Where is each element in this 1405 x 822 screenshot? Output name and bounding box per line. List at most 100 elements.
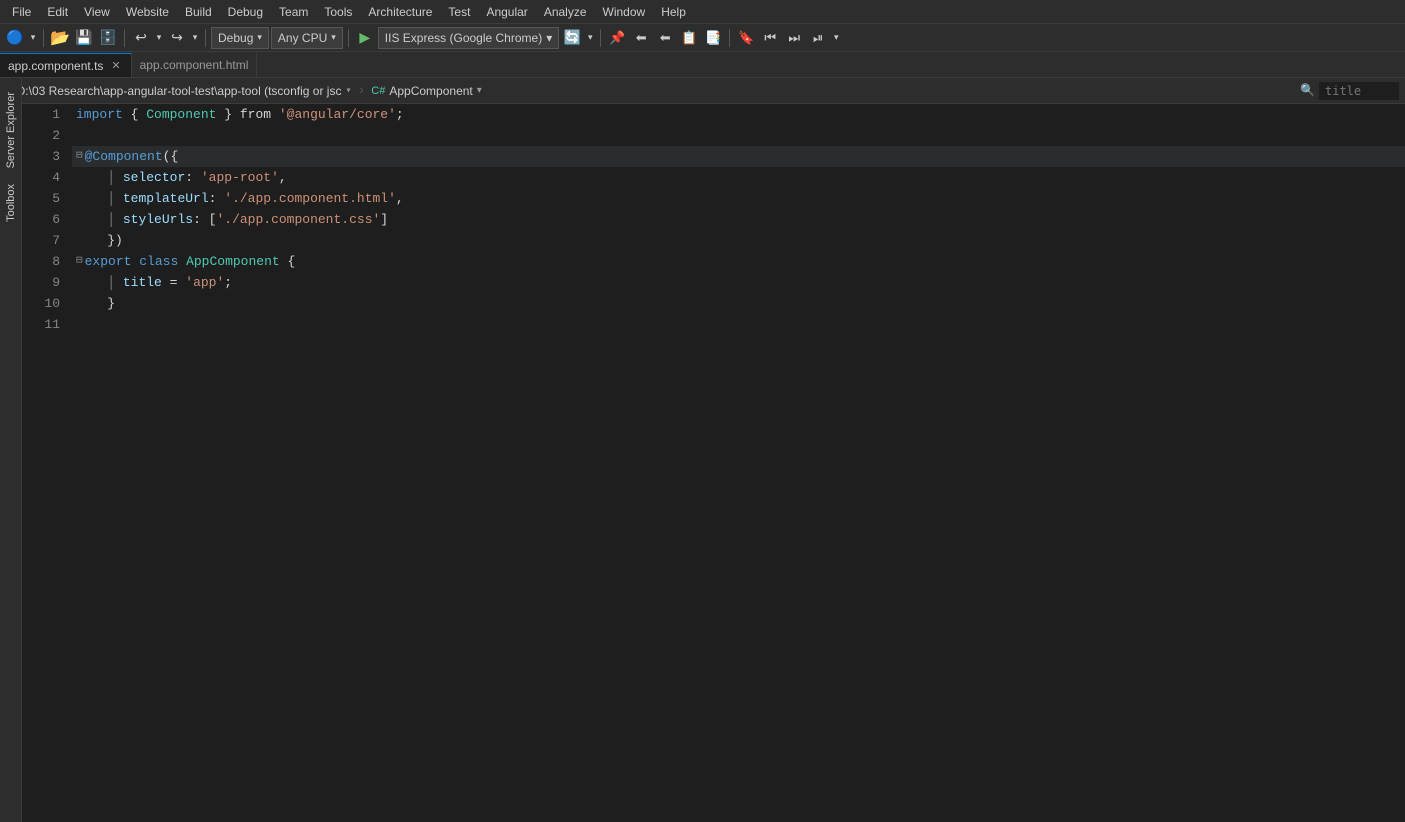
- indent-7: [76, 230, 107, 251]
- platform-label: Any CPU: [278, 31, 327, 45]
- punc-12: }): [107, 230, 123, 251]
- nav-bar: ⚙ D:\03 Research\app-angular-tool-test\a…: [0, 78, 1405, 104]
- platform-dropdown[interactable]: Any CPU ▾: [271, 27, 343, 49]
- menu-analyze[interactable]: Analyze: [536, 3, 595, 21]
- debug5-dropdown[interactable]: ▾: [831, 27, 841, 49]
- debug2-button[interactable]: ⏮: [759, 27, 781, 49]
- code-line-7: }): [72, 230, 1405, 251]
- menu-architecture[interactable]: Architecture: [360, 3, 440, 21]
- menu-test[interactable]: Test: [440, 3, 478, 21]
- menu-build[interactable]: Build: [177, 3, 220, 21]
- prop-selector: selector: [123, 167, 185, 188]
- pin-button[interactable]: 📌: [606, 27, 628, 49]
- refresh-button[interactable]: 🔄: [561, 27, 583, 49]
- tab-app-component-html[interactable]: app.component.html: [132, 53, 258, 77]
- line-num-7: 7: [22, 230, 60, 251]
- menu-angular[interactable]: Angular: [478, 3, 535, 21]
- debug-config-dropdown[interactable]: Debug ▾: [211, 27, 269, 49]
- punc-3: [271, 104, 279, 125]
- kw-from: from: [240, 104, 271, 125]
- line-num-2: 2: [22, 125, 60, 146]
- save-all-button[interactable]: 🗄️: [97, 27, 119, 49]
- punc-8: :: [209, 188, 225, 209]
- line-num-10: 10: [22, 293, 60, 314]
- menu-help[interactable]: Help: [653, 3, 694, 21]
- undo-button[interactable]: ↩: [130, 27, 152, 49]
- punc-7: ,: [279, 167, 287, 188]
- menu-team[interactable]: Team: [271, 3, 316, 21]
- guide-5a: │: [107, 188, 115, 209]
- debug3-button[interactable]: ⏭: [783, 27, 805, 49]
- iis-express-label: IIS Express (Google Chrome): [385, 31, 542, 45]
- nav-search: 🔍: [1300, 82, 1399, 100]
- code-lines[interactable]: import { Component } from '@angular/core…: [72, 104, 1405, 796]
- space-4: [115, 167, 123, 188]
- left-sidebar: Server Explorer Toolbox: [0, 78, 22, 822]
- menu-window[interactable]: Window: [595, 3, 654, 21]
- prop-title: title: [123, 272, 162, 293]
- guide-4a: │: [107, 167, 115, 188]
- code-line-9: │ title = 'app' ;: [72, 272, 1405, 293]
- iis-express-dropdown[interactable]: IIS Express (Google Chrome) ▾: [378, 27, 559, 49]
- undo-dropdown[interactable]: ▾: [154, 27, 164, 49]
- punc-9: ,: [396, 188, 404, 209]
- str-angular-core: '@angular/core': [279, 104, 396, 125]
- menu-file[interactable]: File: [4, 3, 39, 21]
- collapse-icon-8[interactable]: ⊟: [76, 251, 83, 272]
- prop-styleurls: styleUrls: [123, 209, 193, 230]
- iis-express-arrow: ▾: [546, 31, 552, 45]
- code-line-11: [72, 314, 1405, 335]
- punc-1: {: [123, 104, 146, 125]
- nav-button2[interactable]: 📋: [678, 27, 700, 49]
- redo-button[interactable]: ↪: [166, 27, 188, 49]
- nav-component[interactable]: C# AppComponent ▾: [371, 84, 481, 98]
- punc-2: }: [216, 104, 239, 125]
- new-dropdown-button[interactable]: ▾: [28, 27, 38, 49]
- open-button[interactable]: 📂: [49, 27, 71, 49]
- debug-config-arrow: ▾: [257, 32, 262, 43]
- guide-9a: │: [107, 272, 115, 293]
- save-button[interactable]: 💾: [73, 27, 95, 49]
- toolbar-sep-4: [348, 29, 349, 47]
- nav-path-dropdown[interactable]: ▾: [345, 85, 351, 97]
- menu-view[interactable]: View: [76, 3, 118, 21]
- line-num-6: 6: [22, 209, 60, 230]
- nav-button3[interactable]: 📑: [702, 27, 724, 49]
- menu-edit[interactable]: Edit: [39, 3, 76, 21]
- tab-app-component-ts[interactable]: app.component.ts ✕: [0, 53, 132, 77]
- menu-website[interactable]: Website: [118, 3, 177, 21]
- punc-4: ;: [396, 104, 404, 125]
- tab-ts-close[interactable]: ✕: [109, 58, 122, 73]
- refresh-dropdown[interactable]: ▾: [585, 27, 595, 49]
- toolbox-label[interactable]: Toolbox: [3, 178, 19, 228]
- debug4-button[interactable]: ⏯: [807, 27, 829, 49]
- back-button[interactable]: ⬅: [630, 27, 652, 49]
- server-explorer-label[interactable]: Server Explorer: [3, 86, 19, 174]
- nav-component-dropdown[interactable]: ▾: [477, 85, 482, 96]
- run-play-button[interactable]: ▶: [354, 27, 376, 49]
- tab-ts-label: app.component.ts: [8, 59, 103, 73]
- indent-4: [76, 167, 107, 188]
- toolbar: 🔵 ▾ 📂 💾 🗄️ ↩ ▾ ↪ ▾ Debug ▾ Any CPU ▾ ▶ I…: [0, 24, 1405, 52]
- new-button[interactable]: 🔵: [4, 27, 26, 49]
- forward-button[interactable]: ⬅: [654, 27, 676, 49]
- menu-debug[interactable]: Debug: [220, 3, 271, 21]
- bookmark-button[interactable]: 🔖: [735, 27, 757, 49]
- code-line-6: │ styleUrls : [ './app.component.css' ]: [72, 209, 1405, 230]
- punc-15: ;: [224, 272, 232, 293]
- redo-dropdown[interactable]: ▾: [190, 27, 200, 49]
- kw-export: export: [85, 251, 132, 272]
- prop-templateurl: templateUrl: [123, 188, 209, 209]
- line-num-1: 1: [22, 104, 60, 125]
- search-input[interactable]: [1319, 82, 1399, 100]
- punc-16: }: [107, 293, 115, 314]
- line-numbers: 1 2 3 4 5 6 7 8 9 10 11: [22, 104, 72, 796]
- line-num-9: 9: [22, 272, 60, 293]
- str-app-root: 'app-root': [201, 167, 279, 188]
- menu-bar: File Edit View Website Build Debug Team …: [0, 0, 1405, 24]
- punc-11: ]: [380, 209, 388, 230]
- collapse-icon-3[interactable]: ⊟: [76, 146, 83, 167]
- punc-6: :: [185, 167, 201, 188]
- space-5: [115, 188, 123, 209]
- menu-tools[interactable]: Tools: [316, 3, 360, 21]
